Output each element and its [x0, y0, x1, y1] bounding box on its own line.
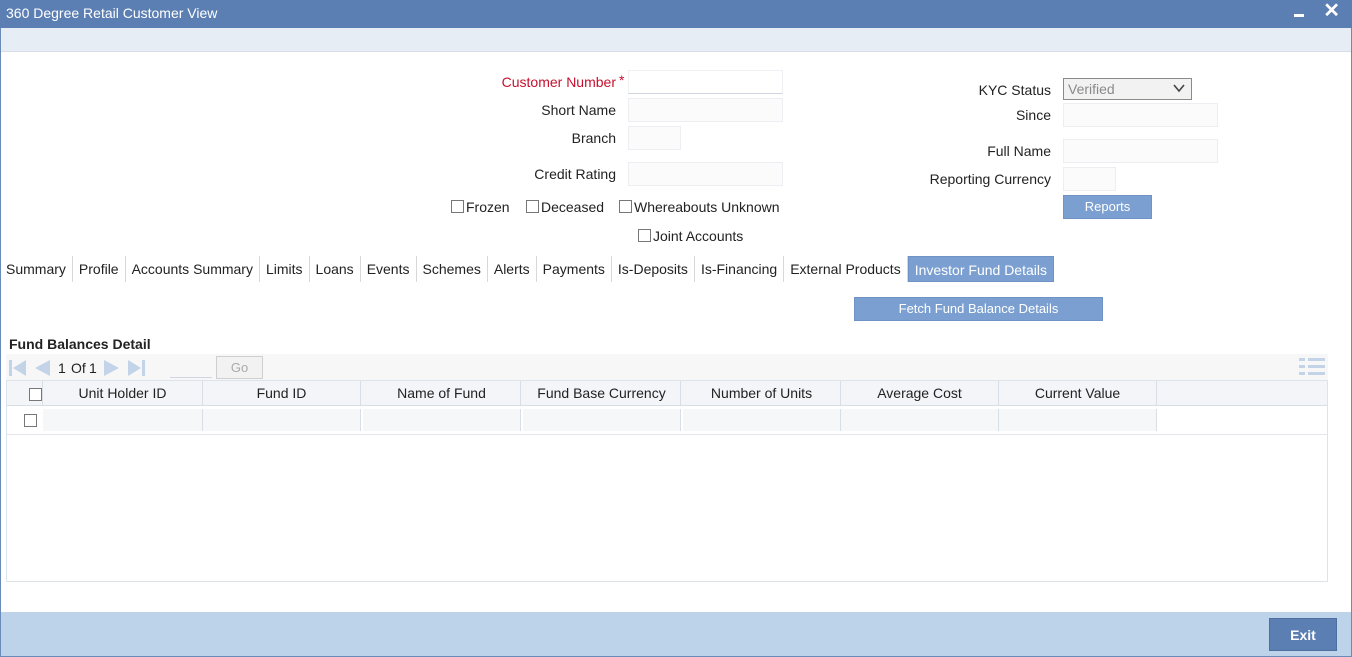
column-header-number-of-units[interactable]: Number of Units: [683, 381, 841, 406]
table-cell[interactable]: [523, 409, 681, 431]
deceased-label: Deceased: [541, 199, 605, 215]
tab-is-financing[interactable]: Is-Financing: [695, 256, 785, 282]
kyc-status-label: KYC Status: [978, 82, 1051, 98]
tab-external-products[interactable]: External Products: [784, 256, 908, 282]
close-icon[interactable]: ✕: [1323, 0, 1340, 22]
since-field[interactable]: [1063, 103, 1218, 127]
pager-bar: 1 Of 1 Go: [6, 354, 1328, 380]
column-header-average-cost[interactable]: Average Cost: [841, 381, 999, 406]
footer-bar: Exit: [1, 612, 1351, 656]
table-cell[interactable]: [683, 409, 841, 431]
table-cell[interactable]: [841, 409, 999, 431]
tab-payments[interactable]: Payments: [537, 256, 612, 282]
branch-label: Branch: [571, 130, 616, 146]
fetch-fund-balance-button[interactable]: Fetch Fund Balance Details: [854, 297, 1103, 321]
page-of-label: Of: [71, 360, 86, 376]
column-settings-icon[interactable]: [1299, 357, 1325, 377]
tab-accounts-summary[interactable]: Accounts Summary: [126, 256, 260, 282]
title-bar: 360 Degree Retail Customer View ✕: [0, 0, 1352, 28]
whereabouts-unknown-checkbox[interactable]: [619, 200, 632, 213]
last-page-icon[interactable]: [126, 359, 146, 377]
customer-number-input[interactable]: [628, 70, 783, 94]
chevron-down-icon: [1173, 84, 1185, 93]
toolbar-strip: [1, 28, 1351, 52]
joint-accounts-checkbox[interactable]: [638, 229, 651, 242]
select-all-checkbox[interactable]: [29, 388, 42, 401]
reporting-currency-field[interactable]: [1063, 167, 1116, 191]
frozen-checkbox[interactable]: [451, 200, 464, 213]
customer-number-label: Customer Number: [501, 74, 616, 90]
tab-is-deposits[interactable]: Is-Deposits: [612, 256, 695, 282]
table-header: Unit Holder ID Fund ID Name of Fund Fund Ba…: [7, 381, 1327, 406]
table-cell[interactable]: [43, 409, 203, 431]
full-name-field[interactable]: [1063, 139, 1218, 163]
column-header-fund-id[interactable]: Fund ID: [203, 381, 361, 406]
credit-rating-field[interactable]: [628, 162, 783, 186]
reports-button[interactable]: Reports: [1063, 195, 1152, 219]
branch-field[interactable]: [628, 126, 681, 150]
previous-page-icon[interactable]: [32, 359, 52, 377]
select-all-cell: [7, 381, 43, 406]
tab-alerts[interactable]: Alerts: [488, 256, 537, 282]
column-header-fund-base-currency[interactable]: Fund Base Currency: [523, 381, 681, 406]
window-title: 360 Degree Retail Customer View: [6, 5, 218, 21]
required-marker: *: [619, 72, 625, 88]
go-button[interactable]: Go: [216, 356, 263, 379]
next-page-icon[interactable]: [102, 359, 122, 377]
tab-profile[interactable]: Profile: [73, 256, 126, 282]
tab-events[interactable]: Events: [361, 256, 417, 282]
kyc-status-value: Verified: [1068, 81, 1115, 97]
kyc-status-select[interactable]: Verified: [1063, 78, 1192, 100]
reporting-currency-label: Reporting Currency: [929, 171, 1051, 187]
short-name-label: Short Name: [541, 102, 616, 118]
minimize-icon[interactable]: [1290, 2, 1308, 22]
current-page: 1: [58, 360, 66, 376]
table-row: [7, 406, 1327, 435]
tab-investor-fund-details[interactable]: Investor Fund Details: [907, 256, 1054, 282]
tab-bar: Summary Profile Accounts Summary Limits Loan…: [0, 256, 1054, 282]
whereabouts-unknown-label: Whereabouts Unknown: [634, 199, 780, 215]
joint-accounts-label: Joint Accounts: [653, 228, 744, 244]
frozen-label: Frozen: [466, 199, 510, 215]
since-label: Since: [1015, 107, 1051, 123]
table-cell[interactable]: [999, 409, 1157, 431]
first-page-icon[interactable]: [8, 359, 28, 377]
full-name-label: Full Name: [987, 143, 1051, 159]
tab-loans[interactable]: Loans: [310, 256, 361, 282]
column-header-name-of-fund[interactable]: Name of Fund: [363, 381, 521, 406]
column-header-unit-holder-id[interactable]: Unit Holder ID: [43, 381, 203, 406]
section-title: Fund Balances Detail: [9, 336, 151, 352]
fund-balances-table: Unit Holder ID Fund ID Name of Fund Fund Ba…: [6, 380, 1328, 582]
table-cell[interactable]: [203, 409, 361, 431]
tab-limits[interactable]: Limits: [260, 256, 310, 282]
exit-button[interactable]: Exit: [1269, 618, 1337, 651]
page-number-input[interactable]: [170, 356, 212, 378]
tab-schemes[interactable]: Schemes: [417, 256, 488, 282]
tab-summary[interactable]: Summary: [0, 256, 73, 282]
column-header-current-value[interactable]: Current Value: [999, 381, 1157, 406]
total-pages: 1: [89, 360, 97, 376]
short-name-field[interactable]: [628, 98, 783, 122]
credit-rating-label: Credit Rating: [534, 166, 616, 182]
row-checkbox[interactable]: [24, 414, 37, 427]
deceased-checkbox[interactable]: [526, 200, 539, 213]
table-cell[interactable]: [363, 409, 521, 431]
